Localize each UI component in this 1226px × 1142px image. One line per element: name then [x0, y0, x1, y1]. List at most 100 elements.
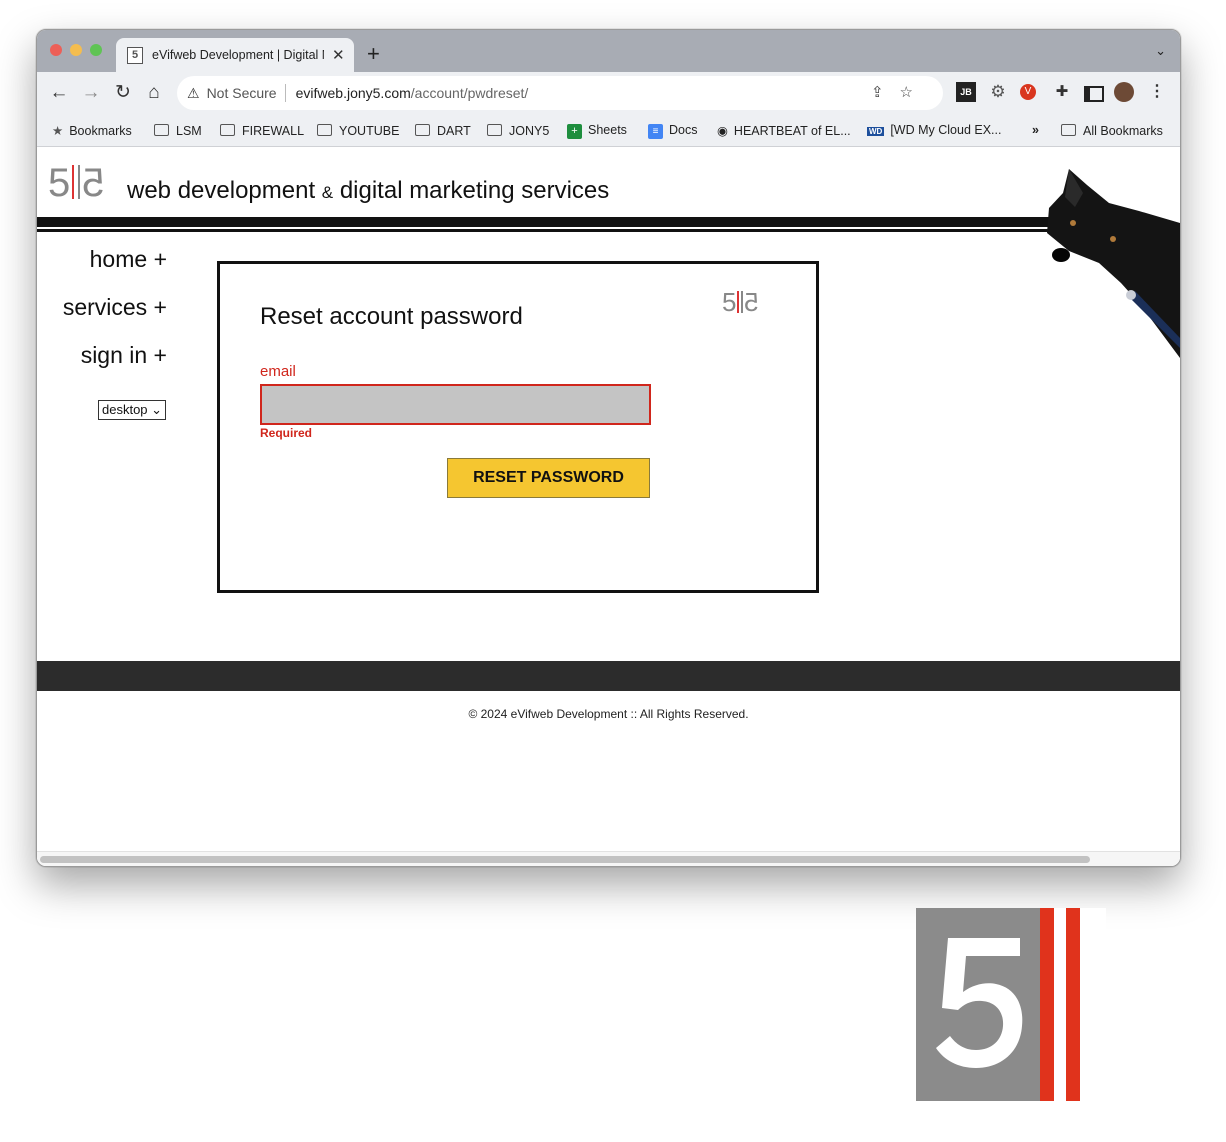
menu-kebab-icon[interactable]: ⋮ [1147, 82, 1167, 102]
horizontal-scrollbar[interactable] [37, 851, 1180, 866]
reload-button[interactable]: ↻ [110, 80, 136, 106]
bookmark-label: Bookmarks [69, 124, 132, 138]
folder-icon [154, 124, 169, 136]
nav-sign-in[interactable]: sign in + [81, 342, 167, 369]
bookmark-item-sheets[interactable]: + Sheets [567, 123, 627, 139]
url-host: evifweb.jony5.com [295, 85, 411, 101]
site-favicon-icon: 5 [127, 46, 143, 64]
bookmark-item-wd-cloud[interactable]: WD [WD My Cloud EX... [867, 123, 1001, 137]
header-rule-thick [37, 217, 1072, 227]
copyright-text: © 2024 eVifweb Development :: All Rights… [468, 707, 749, 721]
logo-bar-gray [78, 165, 81, 199]
close-window-button[interactable] [50, 44, 62, 56]
email-input[interactable] [260, 384, 651, 425]
footer-band [37, 661, 1180, 691]
new-tab-button[interactable]: + [367, 41, 380, 67]
scrollbar-thumb[interactable] [40, 856, 1090, 863]
logo-digit: 5 [48, 161, 71, 205]
bookmarks-bar: ★ Bookmarks LSM FIREWALL YOUTUBE DART JON… [37, 114, 1180, 147]
tagline-ampersand: & [321, 183, 334, 202]
site-tagline: web development & digital marketing serv… [127, 177, 609, 205]
nav-home[interactable]: home + [90, 246, 167, 273]
view-mode-value: desktop [102, 402, 148, 417]
folder-icon [487, 124, 502, 136]
home-button[interactable]: ⌂ [141, 80, 167, 106]
bookmark-label: HEARTBEAT of EL... [733, 124, 851, 138]
jetbrains-extension-icon[interactable]: JB [956, 82, 976, 102]
forward-button[interactable]: → [78, 80, 104, 106]
omnibox-actions: ⇪☆ [871, 83, 929, 101]
browser-toolbar: ← → ↻ ⌂ ⚠ Not Secure evifweb.jony5.com/a… [37, 72, 1180, 114]
bookmark-label: DART [437, 124, 471, 138]
folder-icon [1061, 124, 1076, 136]
card-title: Reset account password [260, 303, 523, 330]
bookmark-folder-youtube[interactable]: YOUTUBE [317, 123, 399, 138]
bookmark-folder-jony5[interactable]: JONY5 [487, 123, 549, 138]
site-logo[interactable]: 55 [48, 161, 105, 205]
tab-title: eVifweb Development | Digital M [152, 48, 324, 62]
bookmark-item-docs[interactable]: ≡ Docs [648, 123, 697, 139]
wd-icon: WD [867, 127, 885, 136]
globe-icon: ◉ [717, 124, 728, 138]
bookmark-label: Sheets [588, 123, 627, 137]
folder-icon [220, 124, 235, 136]
warning-icon: ⚠ [187, 84, 200, 101]
minimize-window-button[interactable] [70, 44, 82, 56]
bookmark-label: FIREWALL [242, 124, 305, 138]
bookmarks-overflow-chevron-icon[interactable]: » [1032, 123, 1039, 137]
folder-icon [415, 124, 430, 136]
bookmark-label: LSM [176, 124, 202, 138]
bookmark-item-heartbeat[interactable]: ◉ HEARTBEAT of EL... [717, 123, 851, 138]
bookmark-folder-firewall[interactable]: FIREWALL [220, 123, 304, 138]
star-icon: ★ [52, 124, 64, 138]
view-mode-select[interactable]: desktop ⌄ [98, 400, 167, 420]
bookmark-label: [WD My Cloud EX... [890, 123, 1002, 137]
email-validation-message: Required [260, 426, 313, 440]
tagline-part-2: digital marketing services [339, 177, 610, 204]
vivaldi-extension-icon[interactable]: V [1020, 84, 1036, 100]
browser-window: 5 eVifweb Development | Digital M ✕ + ⌄ … [36, 29, 1181, 867]
logo-digit: 5 [722, 287, 737, 317]
puzzle-extensions-icon[interactable]: ✚ [1052, 82, 1072, 102]
nav-services[interactable]: services + [63, 294, 167, 321]
large-brand-logo [916, 908, 1106, 1101]
security-status: Not Secure [206, 85, 277, 101]
bookmark-folder-lsm[interactable]: LSM [154, 123, 202, 138]
reset-password-button[interactable]: RESET PASSWORD [447, 458, 650, 498]
logo-digit-mirrored: 5 [82, 161, 105, 205]
header-rule-thin [37, 229, 1180, 232]
active-tab[interactable]: 5 eVifweb Development | Digital M ✕ [116, 38, 354, 72]
bookmark-folder-dart[interactable]: DART [415, 123, 471, 138]
url-path: /account/pwdreset/ [410, 85, 529, 101]
gear-extension-icon[interactable]: ⚙ [988, 82, 1008, 102]
bookmark-label: All Bookmarks [1083, 124, 1163, 138]
address-bar[interactable]: ⚠ Not Secure evifweb.jony5.com/account/p… [177, 76, 943, 110]
logo-digit-mirrored: 5 [744, 287, 759, 317]
all-bookmarks-button[interactable]: All Bookmarks [1061, 123, 1163, 138]
bookmark-star-icon[interactable]: ☆ [900, 84, 929, 101]
web-page: 55 web development & digital marketing s… [37, 147, 1180, 866]
chevron-down-icon: ⌄ [151, 402, 163, 417]
maximize-window-button[interactable] [90, 44, 102, 56]
share-icon[interactable]: ⇪ [871, 84, 900, 101]
bookmark-label: Docs [669, 123, 698, 137]
side-panel-icon[interactable] [1084, 86, 1104, 102]
dog-image [1047, 169, 1180, 358]
docs-icon: ≡ [648, 124, 663, 139]
profile-avatar[interactable] [1114, 82, 1134, 102]
divider [284, 84, 286, 102]
bookmark-label: JONY5 [509, 124, 550, 138]
reset-password-card: Reset account password 55 email Required… [217, 261, 819, 593]
logo-bar-red [72, 165, 75, 199]
email-label: email [260, 363, 296, 380]
tab-strip: 5 eVifweb Development | Digital M ✕ + ⌄ [37, 30, 1180, 72]
url-text: evifweb.jony5.com/account/pwdreset/ [296, 85, 529, 101]
close-tab-icon[interactable]: ✕ [332, 46, 345, 64]
bookmark-item-bookmarks[interactable]: ★ Bookmarks [52, 123, 132, 138]
sheets-icon: + [567, 124, 582, 139]
back-button[interactable]: ← [46, 80, 72, 106]
tab-search-chevron-icon[interactable]: ⌄ [1155, 43, 1166, 59]
logo-bar-red [737, 291, 740, 313]
tagline-part-1: web development [127, 177, 316, 204]
bookmark-label: YOUTUBE [339, 124, 400, 138]
